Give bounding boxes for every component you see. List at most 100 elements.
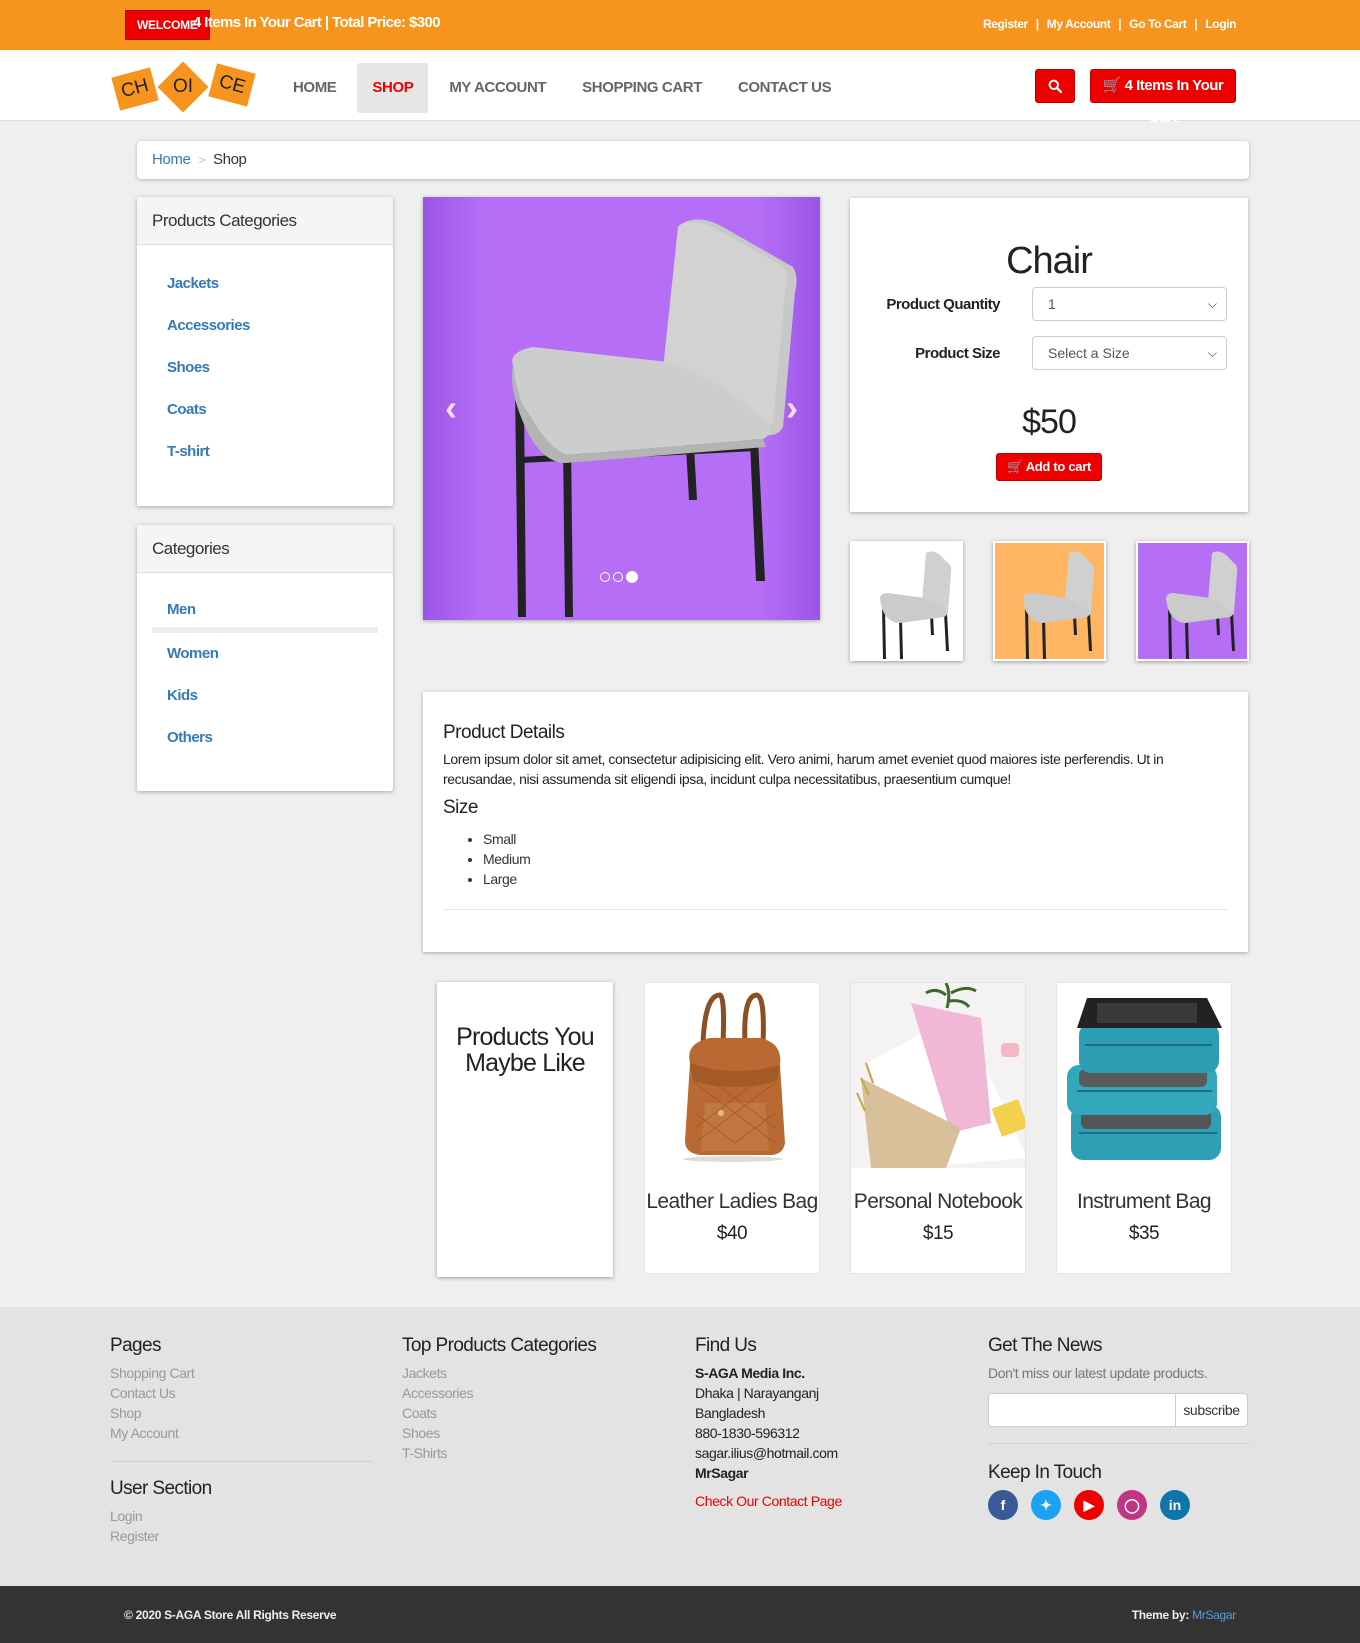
nav-shopping-cart[interactable]: SHOPPING CART [567, 63, 717, 113]
quantity-select[interactable]: 1 ⌵ [1032, 287, 1227, 321]
purchase-panel: Chair Product Quantity 1 ⌵ Product Size … [850, 198, 1248, 512]
separator: | [1118, 17, 1122, 31]
main-navbar: CH OI CE HOME SHOP MY ACCOUNT SHOPPING C… [0, 50, 1360, 126]
logo-tile: OI [157, 61, 209, 113]
category-accessories[interactable]: Accessories [152, 305, 378, 347]
category-shoes[interactable]: Shoes [152, 347, 378, 389]
thumbnail-purple[interactable] [1136, 541, 1249, 661]
category-jackets[interactable]: Jackets [152, 263, 378, 305]
nav-my-account[interactable]: MY ACCOUNT [434, 63, 561, 113]
footer-link[interactable]: Coats [402, 1403, 664, 1423]
products-categories-list: Jackets Accessories Shoes Coats T-shirt [137, 245, 393, 473]
separator: | [1194, 17, 1198, 31]
cart-icon: 🛒 [1102, 77, 1122, 94]
category-women[interactable]: Women [152, 633, 378, 675]
product-card-notebook[interactable]: Personal Notebook $15 [850, 982, 1026, 1274]
product-price: $35 [1128, 1223, 1160, 1244]
footer-heading: Keep In Touch [988, 1462, 1102, 1483]
footer-link[interactable]: Shopping Cart [110, 1363, 372, 1383]
cart-summary: 4 Items In Your Cart | Total Price: $300 [193, 14, 441, 31]
details-title: Product Details [443, 722, 565, 743]
product-image [645, 983, 819, 1168]
facebook-icon[interactable]: f [988, 1490, 1018, 1520]
product-card-leather-bag[interactable]: Leather Ladies Bag $40 [644, 982, 820, 1274]
thumbnail-white[interactable] [850, 541, 963, 661]
nav-shop[interactable]: SHOP [357, 63, 429, 113]
footer-link[interactable]: T-Shirts [402, 1443, 664, 1463]
footer-link[interactable]: Accessories [402, 1383, 664, 1403]
carousel-prev-arrow[interactable]: ‹ [445, 387, 457, 429]
product-card-instrument-bag[interactable]: Instrument Bag $35 [1056, 982, 1232, 1274]
footer: Pages Shopping Cart Contact Us Shop My A… [0, 1307, 1360, 1586]
size-select[interactable]: Select a Size ⌵ [1032, 336, 1227, 370]
linkedin-icon[interactable]: in [1160, 1490, 1190, 1520]
cart-button[interactable]: 🛒 4 Items In Your Cart [1090, 69, 1236, 126]
category-kids[interactable]: Kids [152, 675, 378, 717]
keep-in-touch: Keep In Touch f ✦ ▶ ◯ in [988, 1443, 1250, 1520]
footer-link[interactable]: Contact Us [110, 1383, 372, 1403]
footer-link[interactable]: Jackets [402, 1363, 664, 1383]
my-account-link[interactable]: My Account [1047, 17, 1111, 31]
carousel-dot[interactable] [613, 572, 623, 582]
go-to-cart-link[interactable]: Go To Cart [1129, 17, 1187, 31]
thumbnail-orange[interactable] [993, 541, 1106, 661]
search-button[interactable] [1035, 69, 1075, 103]
quantity-value: 1 [1048, 296, 1056, 312]
email-address: sagar.ilius@hotmail.com [695, 1445, 838, 1461]
theme-label: Theme by: [1131, 1608, 1190, 1622]
twitter-icon[interactable]: ✦ [1031, 1490, 1061, 1520]
add-to-cart-button[interactable]: 🛒 Add to cart [996, 453, 1102, 481]
search-icon [1048, 79, 1062, 93]
product-price: $50 [1022, 403, 1077, 441]
register-link[interactable]: Register [983, 17, 1028, 31]
size-item: Large [483, 869, 1228, 889]
cart-icon: 🛒 [1006, 459, 1023, 474]
logo[interactable]: CH OI CE [111, 61, 260, 113]
carousel-next-arrow[interactable]: › [786, 387, 798, 429]
product-price: $15 [922, 1223, 954, 1244]
login-link[interactable]: Login [1205, 17, 1236, 31]
product-price: $40 [716, 1223, 748, 1244]
divider [443, 909, 1228, 910]
category-t-shirt[interactable]: T-shirt [152, 431, 378, 473]
category-coats[interactable]: Coats [152, 389, 378, 431]
nav-home[interactable]: HOME [278, 63, 351, 113]
size-list: Small Medium Large [483, 829, 1228, 889]
footer-heading: Top Products Categories [402, 1335, 597, 1356]
breadcrumb: Home > Shop [137, 141, 1249, 179]
company-name: S-AGA Media Inc. [695, 1365, 805, 1381]
footer-link[interactable]: My Account [110, 1423, 372, 1443]
products-categories-panel: Products Categories Jackets Accessories … [137, 197, 393, 506]
footer-link[interactable]: Shoes [402, 1423, 664, 1443]
theme-author-link[interactable]: MrSagar [1192, 1608, 1236, 1622]
footer-link[interactable]: Register [110, 1526, 372, 1546]
breadcrumb-current: Shop [213, 151, 247, 168]
details-text: Lorem ipsum dolor sit amet, consectetur … [443, 751, 1164, 787]
product-name: Personal Notebook [853, 1190, 1023, 1213]
carousel-dot-active[interactable] [626, 571, 638, 583]
breadcrumb-home[interactable]: Home [152, 151, 191, 168]
divider [110, 1461, 372, 1462]
category-men[interactable]: Men [152, 591, 378, 633]
footer-link[interactable]: Login [110, 1506, 372, 1526]
quantity-label: Product Quantity [886, 296, 1000, 313]
copyright: © 2020 S-AGA Store All Rights Reserve [124, 1608, 337, 1622]
footer-categories-column: Top Products Categories Jackets Accessor… [402, 1335, 664, 1463]
size-item: Medium [483, 849, 1228, 869]
category-others[interactable]: Others [152, 717, 378, 759]
panel-title: Categories [137, 525, 393, 573]
product-name: Instrument Bag [1076, 1190, 1212, 1213]
carousel-dot[interactable] [600, 572, 610, 582]
subscribe-email-input[interactable] [988, 1393, 1176, 1427]
youtube-icon[interactable]: ▶ [1074, 1490, 1104, 1520]
size-item: Small [483, 829, 1228, 849]
chair-image [423, 197, 820, 620]
instagram-icon[interactable]: ◯ [1117, 1490, 1147, 1520]
chevron-down-icon: ⌵ [1207, 297, 1217, 311]
nav-contact-us[interactable]: CONTACT US [723, 63, 846, 113]
subscribe-button[interactable]: subscribe [1175, 1393, 1248, 1427]
product-carousel[interactable]: ‹ › [423, 197, 820, 620]
footer-link[interactable]: Shop [110, 1403, 372, 1423]
product-image [851, 983, 1025, 1168]
contact-page-link[interactable]: Check Our Contact Page [695, 1491, 957, 1511]
